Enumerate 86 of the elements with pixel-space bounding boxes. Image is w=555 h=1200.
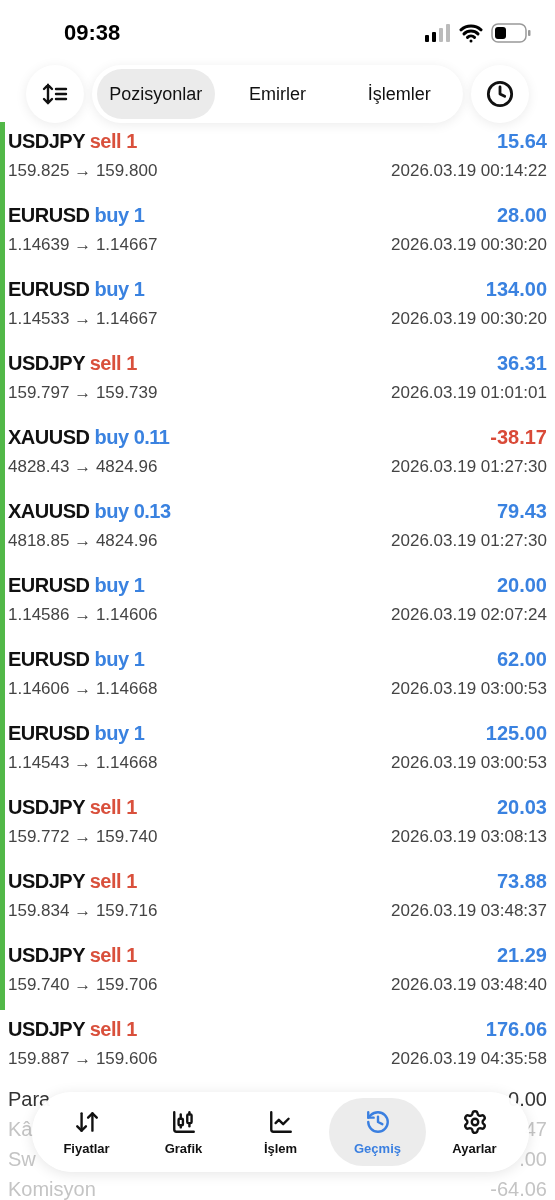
trade-time: 2026.03.19 00:30:20	[391, 235, 547, 255]
price-range: 4828.43 → 4824.96	[8, 457, 159, 477]
trade-title: XAUUSD buy 0.13	[8, 499, 172, 523]
nav-tab[interactable]: Grafik	[135, 1098, 232, 1166]
profit-value: 28.00	[495, 203, 547, 227]
trade-row[interactable]: USDJPY sell 1 176.06 159.887 → 159.606 2026.03.19 04:35:58	[0, 1010, 555, 1084]
price-range: 159.740 → 159.706	[8, 975, 159, 995]
summary-label: Para	[8, 1087, 51, 1111]
trade-time: 2026.03.19 03:08:13	[391, 827, 547, 847]
trade-time: 2026.03.19 00:30:20	[391, 309, 547, 329]
price-range: 159.825 → 159.800	[8, 161, 159, 181]
profit-value: 79.43	[495, 499, 547, 523]
profit-value: 62.00	[495, 647, 547, 671]
trade-time: 2026.03.19 02:07:24	[391, 605, 547, 625]
price-range: 159.834 → 159.716	[8, 901, 159, 921]
tab[interactable]: Pozisyonlar	[97, 69, 215, 119]
trade-title: EURUSD buy 1	[8, 721, 146, 745]
price-range: 1.14606 → 1.14668	[8, 679, 159, 699]
trade-row[interactable]: EURUSD buy 1 125.00 1.14543 → 1.14668 2026.03.19 03:00:53	[0, 714, 555, 788]
trade-row[interactable]: USDJPY sell 1 21.29 159.740 → 159.706 2026.03.19 03:48:40	[0, 936, 555, 1010]
trade-time: 2026.03.19 00:14:22	[391, 161, 547, 181]
trade-title: USDJPY sell 1	[8, 1017, 138, 1041]
trade-time: 2026.03.19 01:01:01	[391, 383, 547, 403]
trade-time: 2026.03.19 03:00:53	[391, 679, 547, 699]
trade-title: USDJPY sell 1	[8, 351, 138, 375]
trade-title: USDJPY sell 1	[8, 943, 138, 967]
price-range: 159.772 → 159.740	[8, 827, 159, 847]
trade-title: EURUSD buy 1	[8, 203, 146, 227]
trade-row[interactable]: USDJPY sell 1 15.64 159.825 → 159.800 2026.03.19 00:14:22	[0, 122, 555, 196]
settings-icon	[461, 1108, 488, 1135]
trade-title: USDJPY sell 1	[8, 129, 138, 153]
trade-title: EURUSD buy 1	[8, 277, 146, 301]
trade-row[interactable]: USDJPY sell 1 36.31 159.797 → 159.739 2026.03.19 01:01:01	[0, 344, 555, 418]
history-icon	[364, 1108, 391, 1135]
trade-row[interactable]: EURUSD buy 1 20.00 1.14586 → 1.14606 2026.03.19 02:07:24	[0, 566, 555, 640]
sort-icon	[42, 82, 68, 106]
tab[interactable]: İşlemler	[340, 69, 458, 119]
profit-value: -38.17	[489, 425, 547, 449]
summary-label: Komisyon	[8, 1177, 96, 1200]
trade-row[interactable]: USDJPY sell 1 73.88 159.834 → 159.716 2026.03.19 03:48:37	[0, 862, 555, 936]
profit-value: 15.64	[495, 129, 547, 153]
trade-time: 2026.03.19 03:48:37	[391, 901, 547, 921]
price-range: 159.887 → 159.606	[8, 1049, 159, 1069]
price-range: 1.14543 → 1.14668	[8, 753, 159, 773]
price-range: 4818.85 → 4824.96	[8, 531, 159, 551]
profit-value: 20.03	[495, 795, 547, 819]
profit-value: 125.00	[484, 721, 547, 745]
nav-tab[interactable]: İşlem	[232, 1098, 329, 1166]
trade-title: USDJPY sell 1	[8, 795, 138, 819]
trade-row[interactable]: USDJPY sell 1 20.03 159.772 → 159.740 2026.03.19 03:08:13	[0, 788, 555, 862]
trade-row[interactable]: EURUSD buy 1 134.00 1.14533 → 1.14667 2026.03.19 00:30:20	[0, 270, 555, 344]
summary-value: -64.06	[490, 1177, 547, 1200]
trade-time: 2026.03.19 01:27:30	[391, 531, 547, 551]
price-range: 1.14586 → 1.14606	[8, 605, 159, 625]
battery-icon	[491, 23, 531, 43]
trade-title: EURUSD buy 1	[8, 573, 146, 597]
profit-value: 73.88	[495, 869, 547, 893]
summary-value: 0.00	[508, 1087, 547, 1111]
signal-icon	[425, 24, 451, 42]
status-time: 09:38	[64, 20, 121, 46]
trade-row[interactable]: EURUSD buy 1 28.00 1.14639 → 1.14667 2026.03.19 00:30:20	[0, 196, 555, 270]
profit-value: 20.00	[495, 573, 547, 597]
profit-value: 176.06	[484, 1017, 547, 1041]
trade-time: 2026.03.19 04:35:58	[391, 1049, 547, 1069]
trade-time: 2026.03.19 01:27:30	[391, 457, 547, 477]
trade-title: USDJPY sell 1	[8, 869, 138, 893]
price-range: 1.14639 → 1.14667	[8, 235, 159, 255]
price-range: 159.797 → 159.739	[8, 383, 159, 403]
summary-label: Sw	[8, 1147, 36, 1171]
summary-label: Kâ	[8, 1117, 33, 1141]
summary-value: .00	[519, 1147, 547, 1171]
trade-title: EURUSD buy 1	[8, 647, 146, 671]
profit-value: 36.31	[495, 351, 547, 375]
trade-title: XAUUSD buy 0.11	[8, 425, 171, 449]
trade-row[interactable]: XAUUSD buy 0.13 79.43 4818.85 → 4824.96 2026.03.19 01:27:30	[0, 492, 555, 566]
trade-time: 2026.03.19 03:48:40	[391, 975, 547, 995]
tab[interactable]: Emirler	[218, 69, 337, 119]
trade-row[interactable]: EURUSD buy 1 62.00 1.14606 → 1.14668 2026.03.19 03:00:53	[0, 640, 555, 714]
profit-value: 21.29	[495, 943, 547, 967]
trade-time: 2026.03.19 03:00:53	[391, 753, 547, 773]
price-range: 1.14533 → 1.14667	[8, 309, 159, 329]
profit-value: 134.00	[484, 277, 547, 301]
candlestick-icon	[170, 1108, 197, 1135]
trade-row[interactable]: XAUUSD buy 0.11 -38.17 4828.43 → 4824.96 2026.03.19 01:27:30	[0, 418, 555, 492]
clock-icon	[486, 80, 514, 108]
line-chart-icon	[267, 1108, 294, 1135]
